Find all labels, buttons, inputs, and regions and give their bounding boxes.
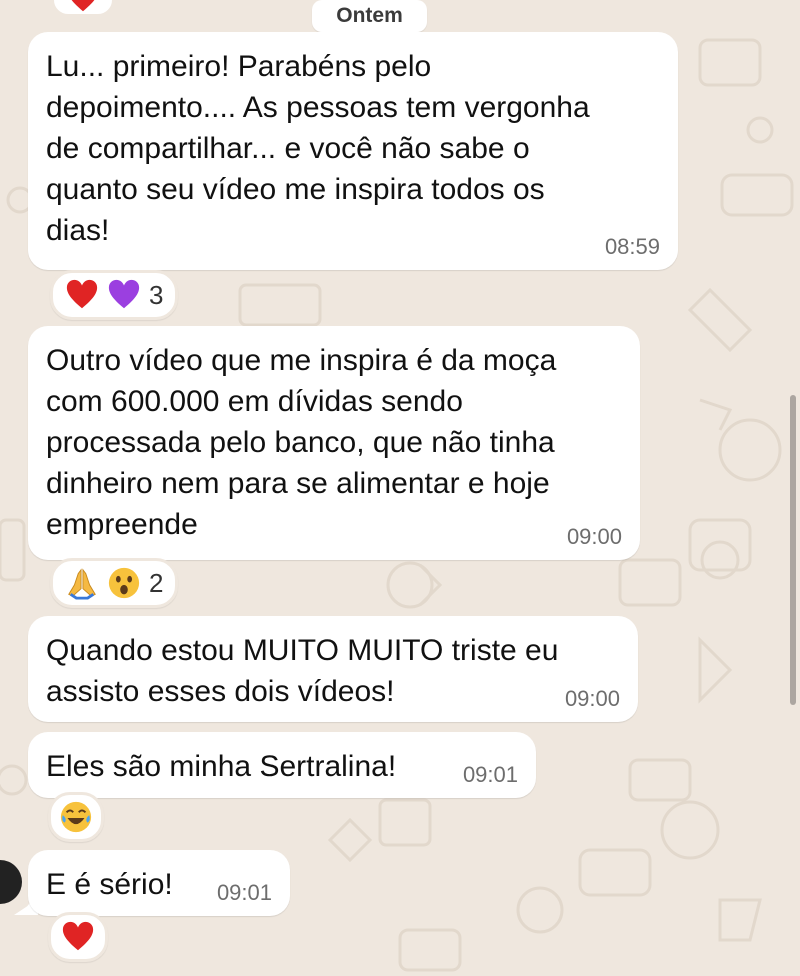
message-bubble[interactable]: Outro vídeo que me inspira é da moça com…	[28, 326, 640, 560]
message-bubble[interactable]: E é sério! 09:01	[28, 850, 290, 916]
reaction-badge[interactable]: 2	[50, 558, 179, 608]
reaction-badge[interactable]	[48, 792, 104, 842]
reaction-count: 3	[149, 279, 164, 310]
message-time: 09:00	[564, 686, 620, 711]
message-time: 09:01	[216, 880, 272, 905]
message-bubble[interactable]: Lu... primeiro! Parabéns pelo depoimento…	[28, 32, 678, 270]
surprised-face-icon	[108, 567, 140, 599]
reaction-count: 2	[149, 567, 164, 598]
date-separator-label: Ontem	[336, 4, 403, 27]
message-text: Quando estou MUITO MUITO triste eu assis…	[46, 634, 559, 708]
message-bubble[interactable]: Eles são minha Sertralina! 09:01	[28, 732, 536, 798]
red-heart-icon	[66, 279, 98, 309]
reaction-badge[interactable]	[48, 912, 108, 962]
folded-hands-icon	[68, 568, 96, 600]
red-heart-icon	[71, 0, 95, 12]
message-time: 08:59	[604, 234, 660, 259]
reaction-badge-previous[interactable]	[52, 0, 114, 16]
message-text: Outro vídeo que me inspira é da moça com…	[46, 344, 557, 541]
date-separator: Ontem	[312, 0, 427, 32]
red-heart-icon	[62, 921, 94, 951]
tears-of-joy-icon	[60, 801, 92, 833]
message-text: Lu... primeiro! Parabéns pelo depoimento…	[46, 50, 590, 247]
message-time: 09:01	[462, 762, 518, 787]
purple-heart-icon	[108, 279, 140, 309]
scrollbar[interactable]	[790, 395, 796, 705]
message-time: 09:00	[566, 524, 622, 549]
message-bubble[interactable]: Quando estou MUITO MUITO triste eu assis…	[28, 616, 638, 722]
reaction-badge[interactable]: 3	[50, 270, 179, 320]
message-text: Eles são minha Sertralina!	[46, 750, 397, 783]
